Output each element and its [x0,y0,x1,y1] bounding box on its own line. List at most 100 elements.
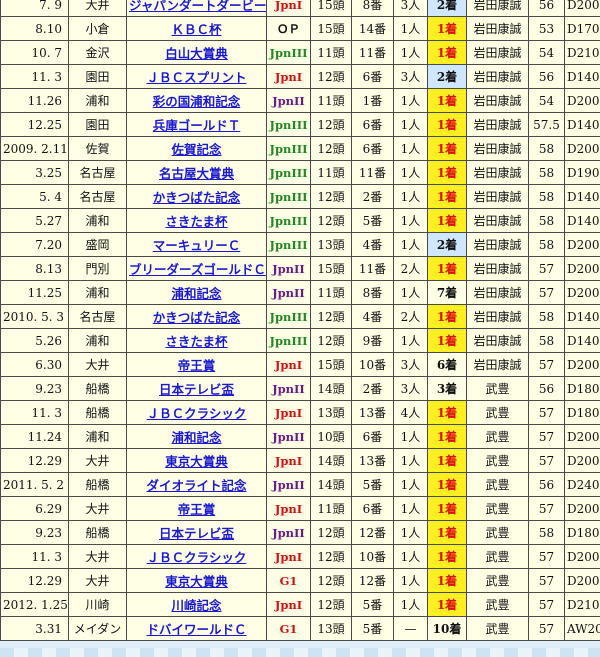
race-name-link[interactable]: ダイオライト記念 [146,478,246,493]
race-name-link[interactable]: さきたま杯 [165,334,227,349]
jockey-cell: 武豊 [466,496,529,521]
race-name-link[interactable]: 日本テレビ盃 [159,526,234,541]
race-row: 3.25名古屋 名古屋大賞典 JpnIII11頭11番1人1着岩田康誠58D1900 [0,160,600,185]
finish-cell: 1着 [427,592,467,617]
runners-cell: 11頭 [310,40,352,65]
jockey-cell: 武豊 [466,520,529,545]
page-background-border [0,648,600,657]
popularity-cell: 1人 [393,160,428,185]
race-record-table: 7. 9 大井 ジャパンダートダービー JpnI 15頭 8番 3人 2着 岩田康誠 56 D200… [0,0,600,641]
jockey-cell: 岩田康誠 [466,280,529,305]
popularity-cell: 1人 [393,16,428,41]
race-name-link[interactable]: 彩の国浦和記念 [153,94,241,109]
finish-cell: 10着 [427,616,467,641]
runners-cell: 11頭 [310,160,352,185]
grade-cell: JpnIII [266,208,311,233]
jockey-cell: 岩田康誠 [466,160,529,185]
runners-cell: 12頭 [310,136,352,161]
finish-cell: 1着 [427,136,467,161]
venue-cell: 小倉 [68,16,127,41]
jockey-cell: 武豊 [466,400,529,425]
race-row: 9.23船橋 日本テレビ盃 JpnII14頭2番3人3着武豊56D1800 [0,376,600,401]
popularity-cell: 1人 [393,328,428,353]
race-name-link[interactable]: ブリーダーズゴールドＣ [129,262,266,277]
popularity-cell: 1人 [393,544,428,569]
race-name-link[interactable]: 帝王賞 [178,502,216,517]
race-name-cell: 東京大賞典 [126,568,267,593]
popularity-cell: 1人 [393,568,428,593]
race-name-link[interactable]: かきつばた記念 [153,190,241,205]
race-name-link[interactable]: 帝王賞 [178,358,216,373]
race-name-link[interactable]: 兵庫ゴールドＴ [153,118,241,133]
jockey-cell: 岩田康誠 [466,328,529,353]
race-name-cell: ドバイワールドＣ [126,616,267,641]
race-name-link[interactable]: 白山大賞典 [165,46,228,61]
gate-cell: 12番 [351,520,394,545]
runners-cell: 15頭 [310,16,352,41]
gate-cell: 6番 [351,496,394,521]
race-name-link[interactable]: マーキュリーＣ [153,238,241,253]
race-name-link[interactable]: ＪＢＣスプリント [146,70,246,85]
jockey-cell: 岩田康誠 [466,208,529,233]
race-row: 7. 9 大井 ジャパンダートダービー JpnI 15頭 8番 3人 2着 岩田康誠 56 D200… [0,0,600,17]
race-name-link[interactable]: 佐賀記念 [171,142,221,157]
race-name-link[interactable]: 東京大賞典 [165,574,228,589]
race-row: 11. 3園田 ＪＢＣスプリント JpnI12頭6番3人2着岩田康誠56D1400 [0,64,600,89]
race-name-cell: さきたま杯 [126,208,267,233]
venue-cell: 金沢 [68,40,127,65]
race-name-link[interactable]: ジャパンダートダービー [129,0,266,13]
race-row: 7.20盛岡 マーキュリーＣ JpnIII13頭4番1人2着岩田康誠58D2000 [0,232,600,257]
finish-cell: 1着 [427,16,467,41]
race-name-link[interactable]: ドバイワールドＣ [146,622,246,637]
finish-cell: 2着 [427,64,467,89]
gate-cell: 11番 [351,256,394,281]
race-row: 10. 7金沢 白山大賞典 JpnIII11頭11番1人1着岩田康誠54D2100 [0,40,600,65]
venue-cell: 船橋 [68,400,127,425]
venue-cell: 浦和 [68,328,127,353]
weight-cell: 57 [528,424,565,449]
race-name-link[interactable]: さきたま杯 [165,214,227,229]
venue-cell: 名古屋 [68,184,127,209]
grade-cell: JpnII [266,376,311,401]
race-row: 11. 3大井 ＪＢＣクラシック JpnI12頭10番1人1着武豊57D2000 [0,544,600,569]
venue-cell: 船橋 [68,376,127,401]
runners-cell: 13頭 [310,400,352,425]
distance-cell: D1900 [564,160,600,185]
race-name-link[interactable]: かきつばた記念 [153,310,241,325]
grade-cell: JpnII [266,88,311,113]
race-date: 7.20 [0,232,69,257]
race-row: 6.30大井 帝王賞 JpnI15頭10番3人6着岩田康誠57D2000 [0,352,600,377]
race-row: 12.25 園田 兵庫ゴールドＴ JpnIII 12頭 6番 1人 1着 岩田康誠 57.5 D14… [0,112,600,137]
race-date: 2012. 1.25 [0,592,69,617]
grade-cell: JpnI [266,544,311,569]
weight-cell: 58 [528,520,565,545]
race-row: 6.29大井 帝王賞 JpnI11頭6番1人1着武豊57D2000 [0,496,600,521]
race-name-link[interactable]: 浦和記念 [171,286,221,301]
runners-cell: 14頭 [310,448,352,473]
weight-cell: 58 [528,328,565,353]
race-name-link[interactable]: ＫＢＣ杯 [171,22,221,37]
grade-cell: JpnII [266,472,311,497]
distance-cell: D2100 [564,592,600,617]
venue-cell: 浦和 [68,280,127,305]
grade-cell: JpnIII [266,304,311,329]
race-name-link[interactable]: ＪＢＣクラシック [147,550,247,565]
race-name-link[interactable]: ＪＢＣクラシック [147,406,247,421]
venue-cell: 大井 [68,448,127,473]
race-name-link[interactable]: 日本テレビ盃 [159,382,234,397]
race-date: 6.29 [0,496,69,521]
race-name-link[interactable]: 川崎記念 [171,598,221,613]
race-name-link[interactable]: 東京大賞典 [165,454,228,469]
gate-cell: 8番 [351,280,394,305]
race-name-link[interactable]: 名古屋大賞典 [159,166,234,181]
race-row: 12.29大井 東京大賞典 JpnI14頭13番1人1着武豊57D2000 [0,448,600,473]
race-date: 2009. 2.11 [0,136,69,161]
grade-cell: JpnI [266,64,311,89]
venue-cell: 浦和 [68,208,127,233]
jockey-cell: 岩田康誠 [466,352,529,377]
runners-cell: 13頭 [310,232,352,257]
race-name-link[interactable]: 浦和記念 [171,430,221,445]
runners-cell: 14頭 [310,472,352,497]
finish-cell: 1着 [427,544,467,569]
race-name-cell: 東京大賞典 [126,448,267,473]
